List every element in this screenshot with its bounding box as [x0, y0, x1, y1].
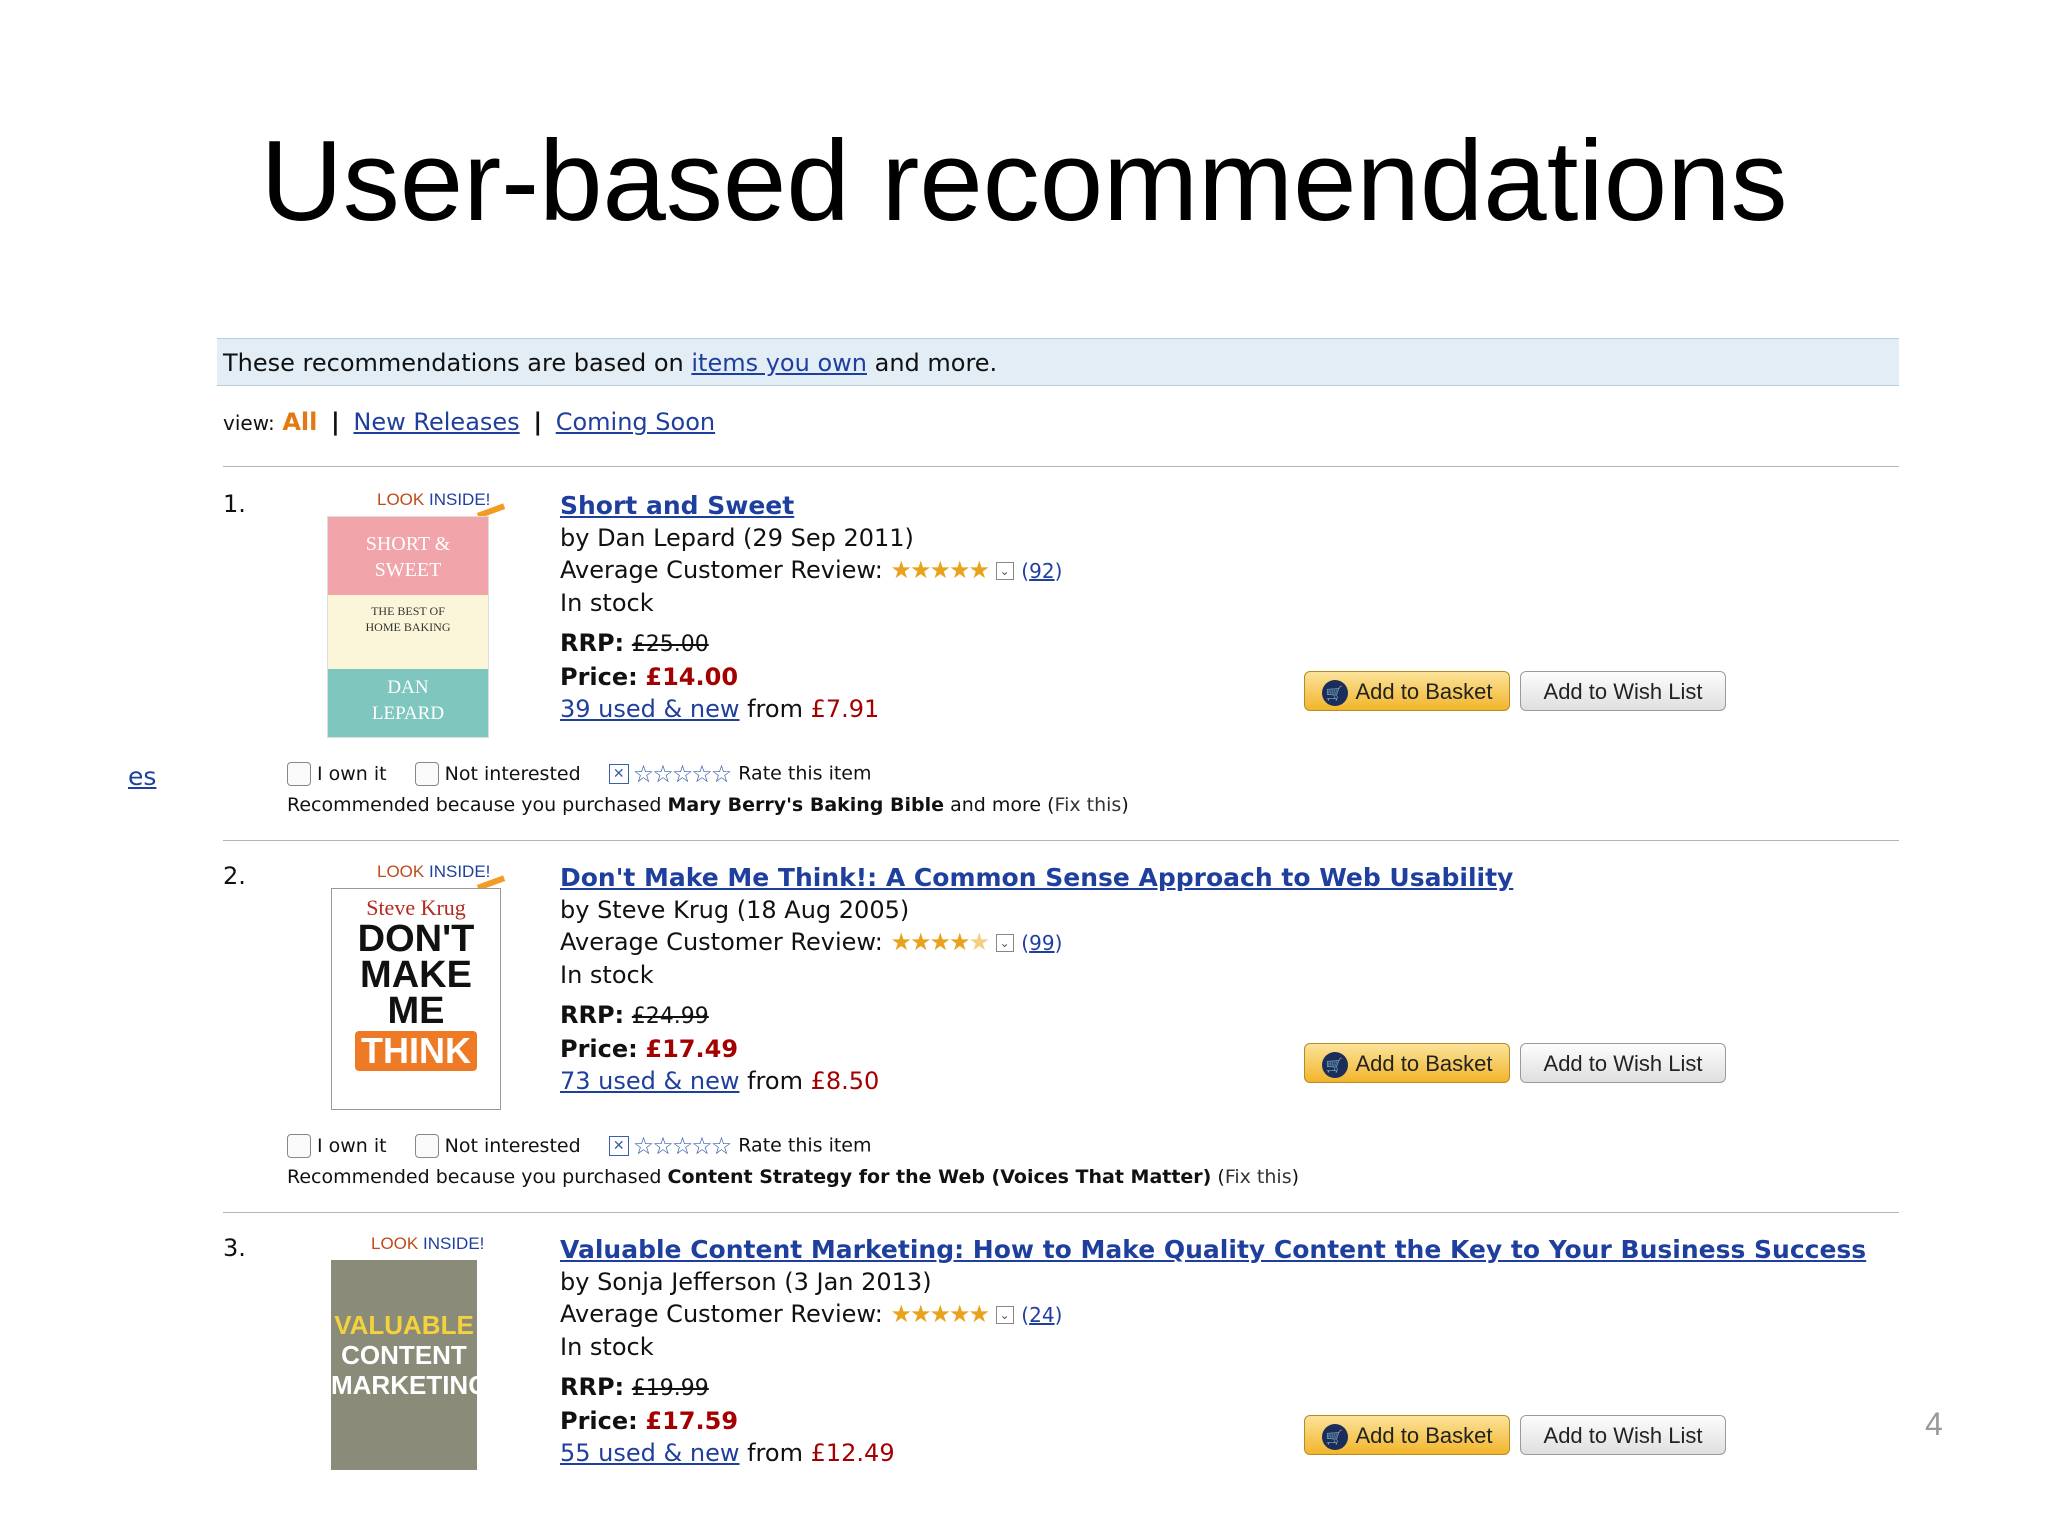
availability: In stock — [560, 961, 654, 989]
book-cover[interactable]: LOOK INSIDE! Steve Krug DON'T MAKE ME TH… — [327, 862, 506, 1112]
add-to-basket-button[interactable]: 🛒 Add to Basket — [1304, 671, 1510, 711]
amazon-recommendations-screenshot: These recommendations are based on items… — [217, 338, 1899, 1470]
look-inside-badge: LOOK INSIDE! — [377, 862, 491, 881]
used-and-new-link[interactable]: 73 used & new — [560, 1067, 739, 1095]
item-title-link[interactable]: Don't Make Me Think!: A Common Sense App… — [560, 863, 1513, 892]
recommendation-item: 1. LOOK INSIDE! SHORT & SWEET THE BEST OF… — [217, 490, 1899, 860]
add-to-basket-button[interactable]: 🛒 Add to Basket — [1304, 1415, 1510, 1455]
average-review: Average Customer Review: ★★★★★ ⌄ (92) — [560, 556, 1063, 584]
used-and-new-link[interactable]: 39 used & new — [560, 695, 739, 723]
slide-title: User-based recommendations — [260, 118, 1788, 245]
edge-link[interactable]: es — [128, 762, 156, 791]
item-rank: 1. — [223, 490, 246, 518]
look-inside-badge: LOOK INSIDE! — [377, 490, 491, 509]
item-info: Short and Sweet by Dan Lepard (29 Sep 20… — [560, 490, 1062, 725]
chevron-down-icon[interactable]: ⌄ — [995, 1306, 1014, 1324]
item-rank: 3. — [223, 1234, 246, 1262]
item-controls: I own it Not interested ✕ ☆☆☆☆☆ Rate this … — [287, 760, 872, 788]
chevron-down-icon[interactable]: ⌄ — [995, 562, 1014, 580]
clear-rating-icon[interactable]: ✕ — [608, 764, 629, 784]
cart-icon: 🛒 — [1321, 1052, 1348, 1079]
item-title-link[interactable]: Valuable Content Marketing: How to Make … — [560, 1235, 1866, 1264]
recommendations-banner: These recommendations are based on items… — [217, 338, 1899, 386]
view-label: view: — [223, 411, 275, 435]
item-byline: by Sonja Jefferson (3 Jan 2013) — [560, 1268, 932, 1296]
average-review: Average Customer Review: ★★★★★ ⌄ (99) — [560, 928, 1063, 956]
availability: In stock — [560, 1333, 654, 1361]
rating-stars-icon: ★★★★★ — [890, 556, 990, 584]
item-controls: I own it Not interested ✕ ☆☆☆☆☆ Rate this … — [287, 1132, 872, 1160]
item-byline: by Steve Krug (18 Aug 2005) — [560, 896, 910, 924]
used-and-new-link[interactable]: 55 used & new — [560, 1439, 739, 1467]
item-byline: by Dan Lepard (29 Sep 2011) — [560, 524, 914, 552]
recommendation-item: 2. LOOK INSIDE! Steve Krug DON'T MAKE ME… — [217, 862, 1899, 1232]
cart-icon: 🛒 — [1321, 1424, 1348, 1451]
rating-stars-icon: ★★★★★ — [890, 1300, 990, 1328]
i-own-it-checkbox[interactable] — [287, 762, 311, 786]
add-to-basket-button[interactable]: 🛒 Add to Basket — [1304, 1043, 1510, 1083]
rating-stars-icon: ★★★★★ — [890, 928, 990, 956]
fix-this-link[interactable]: Fix this — [1225, 1166, 1292, 1188]
fix-this-link[interactable]: Fix this — [1055, 794, 1122, 816]
add-to-wish-list-button[interactable]: Add to Wish List — [1520, 671, 1726, 711]
not-interested-checkbox[interactable] — [414, 762, 439, 786]
recommendation-reason: Recommended because you purchased Conten… — [287, 1166, 1300, 1188]
average-review: Average Customer Review: ★★★★★ ⌄ (24) — [560, 1300, 1063, 1328]
item-rank: 2. — [223, 862, 246, 890]
add-to-wish-list-button[interactable]: Add to Wish List — [1520, 1043, 1726, 1083]
recommendation-item: 3. LOOK INSIDE! VALUABLE CONTENT MARKETI… — [217, 1234, 1899, 1470]
divider — [223, 1212, 1899, 1213]
review-count-link[interactable]: 24 — [1029, 1303, 1054, 1327]
chevron-down-icon[interactable]: ⌄ — [995, 934, 1014, 952]
view-new-releases[interactable]: New Releases — [353, 408, 519, 436]
recommendation-reason: Recommended because you purchased Mary B… — [287, 794, 1129, 816]
view-all[interactable]: All — [282, 408, 317, 436]
review-count-link[interactable]: 99 — [1029, 931, 1054, 955]
rrp: RRP: £25.00 — [560, 629, 709, 657]
clear-rating-icon[interactable]: ✕ — [608, 1136, 629, 1156]
rate-stars-icon[interactable]: ☆☆☆☆☆ — [633, 1132, 733, 1160]
view-coming-soon[interactable]: Coming Soon — [556, 408, 715, 436]
rrp: RRP: £24.99 — [560, 1001, 709, 1029]
rate-stars-icon[interactable]: ☆☆☆☆☆ — [633, 760, 733, 788]
banner-prefix: These recommendations are based on — [223, 349, 684, 377]
slide-number: 4 — [1925, 1406, 1943, 1442]
review-count-link[interactable]: 92 — [1029, 559, 1054, 583]
book-cover[interactable]: LOOK INSIDE! VALUABLE CONTENT MARKETING — [327, 1234, 497, 1470]
view-filter-bar: view: All | New Releases | Coming Soon — [223, 408, 716, 436]
items-you-own-link[interactable]: items you own — [691, 349, 867, 377]
i-own-it-checkbox[interactable] — [287, 1134, 311, 1158]
divider — [223, 840, 1899, 841]
used-and-new: 39 used & new from £7.91 — [560, 695, 880, 723]
not-interested-checkbox[interactable] — [414, 1134, 439, 1158]
price: Price: £14.00 — [560, 663, 739, 691]
rrp: RRP: £19.99 — [560, 1373, 709, 1401]
book-cover[interactable]: LOOK INSIDE! SHORT & SWEET THE BEST OF HOM… — [327, 490, 506, 740]
item-title-link[interactable]: Short and Sweet — [560, 491, 794, 520]
divider — [223, 466, 1899, 467]
availability: In stock — [560, 589, 654, 617]
add-to-wish-list-button[interactable]: Add to Wish List — [1520, 1415, 1726, 1455]
banner-suffix: and more. — [874, 349, 998, 377]
cart-icon: 🛒 — [1321, 680, 1348, 707]
look-inside-badge: LOOK INSIDE! — [371, 1234, 485, 1253]
